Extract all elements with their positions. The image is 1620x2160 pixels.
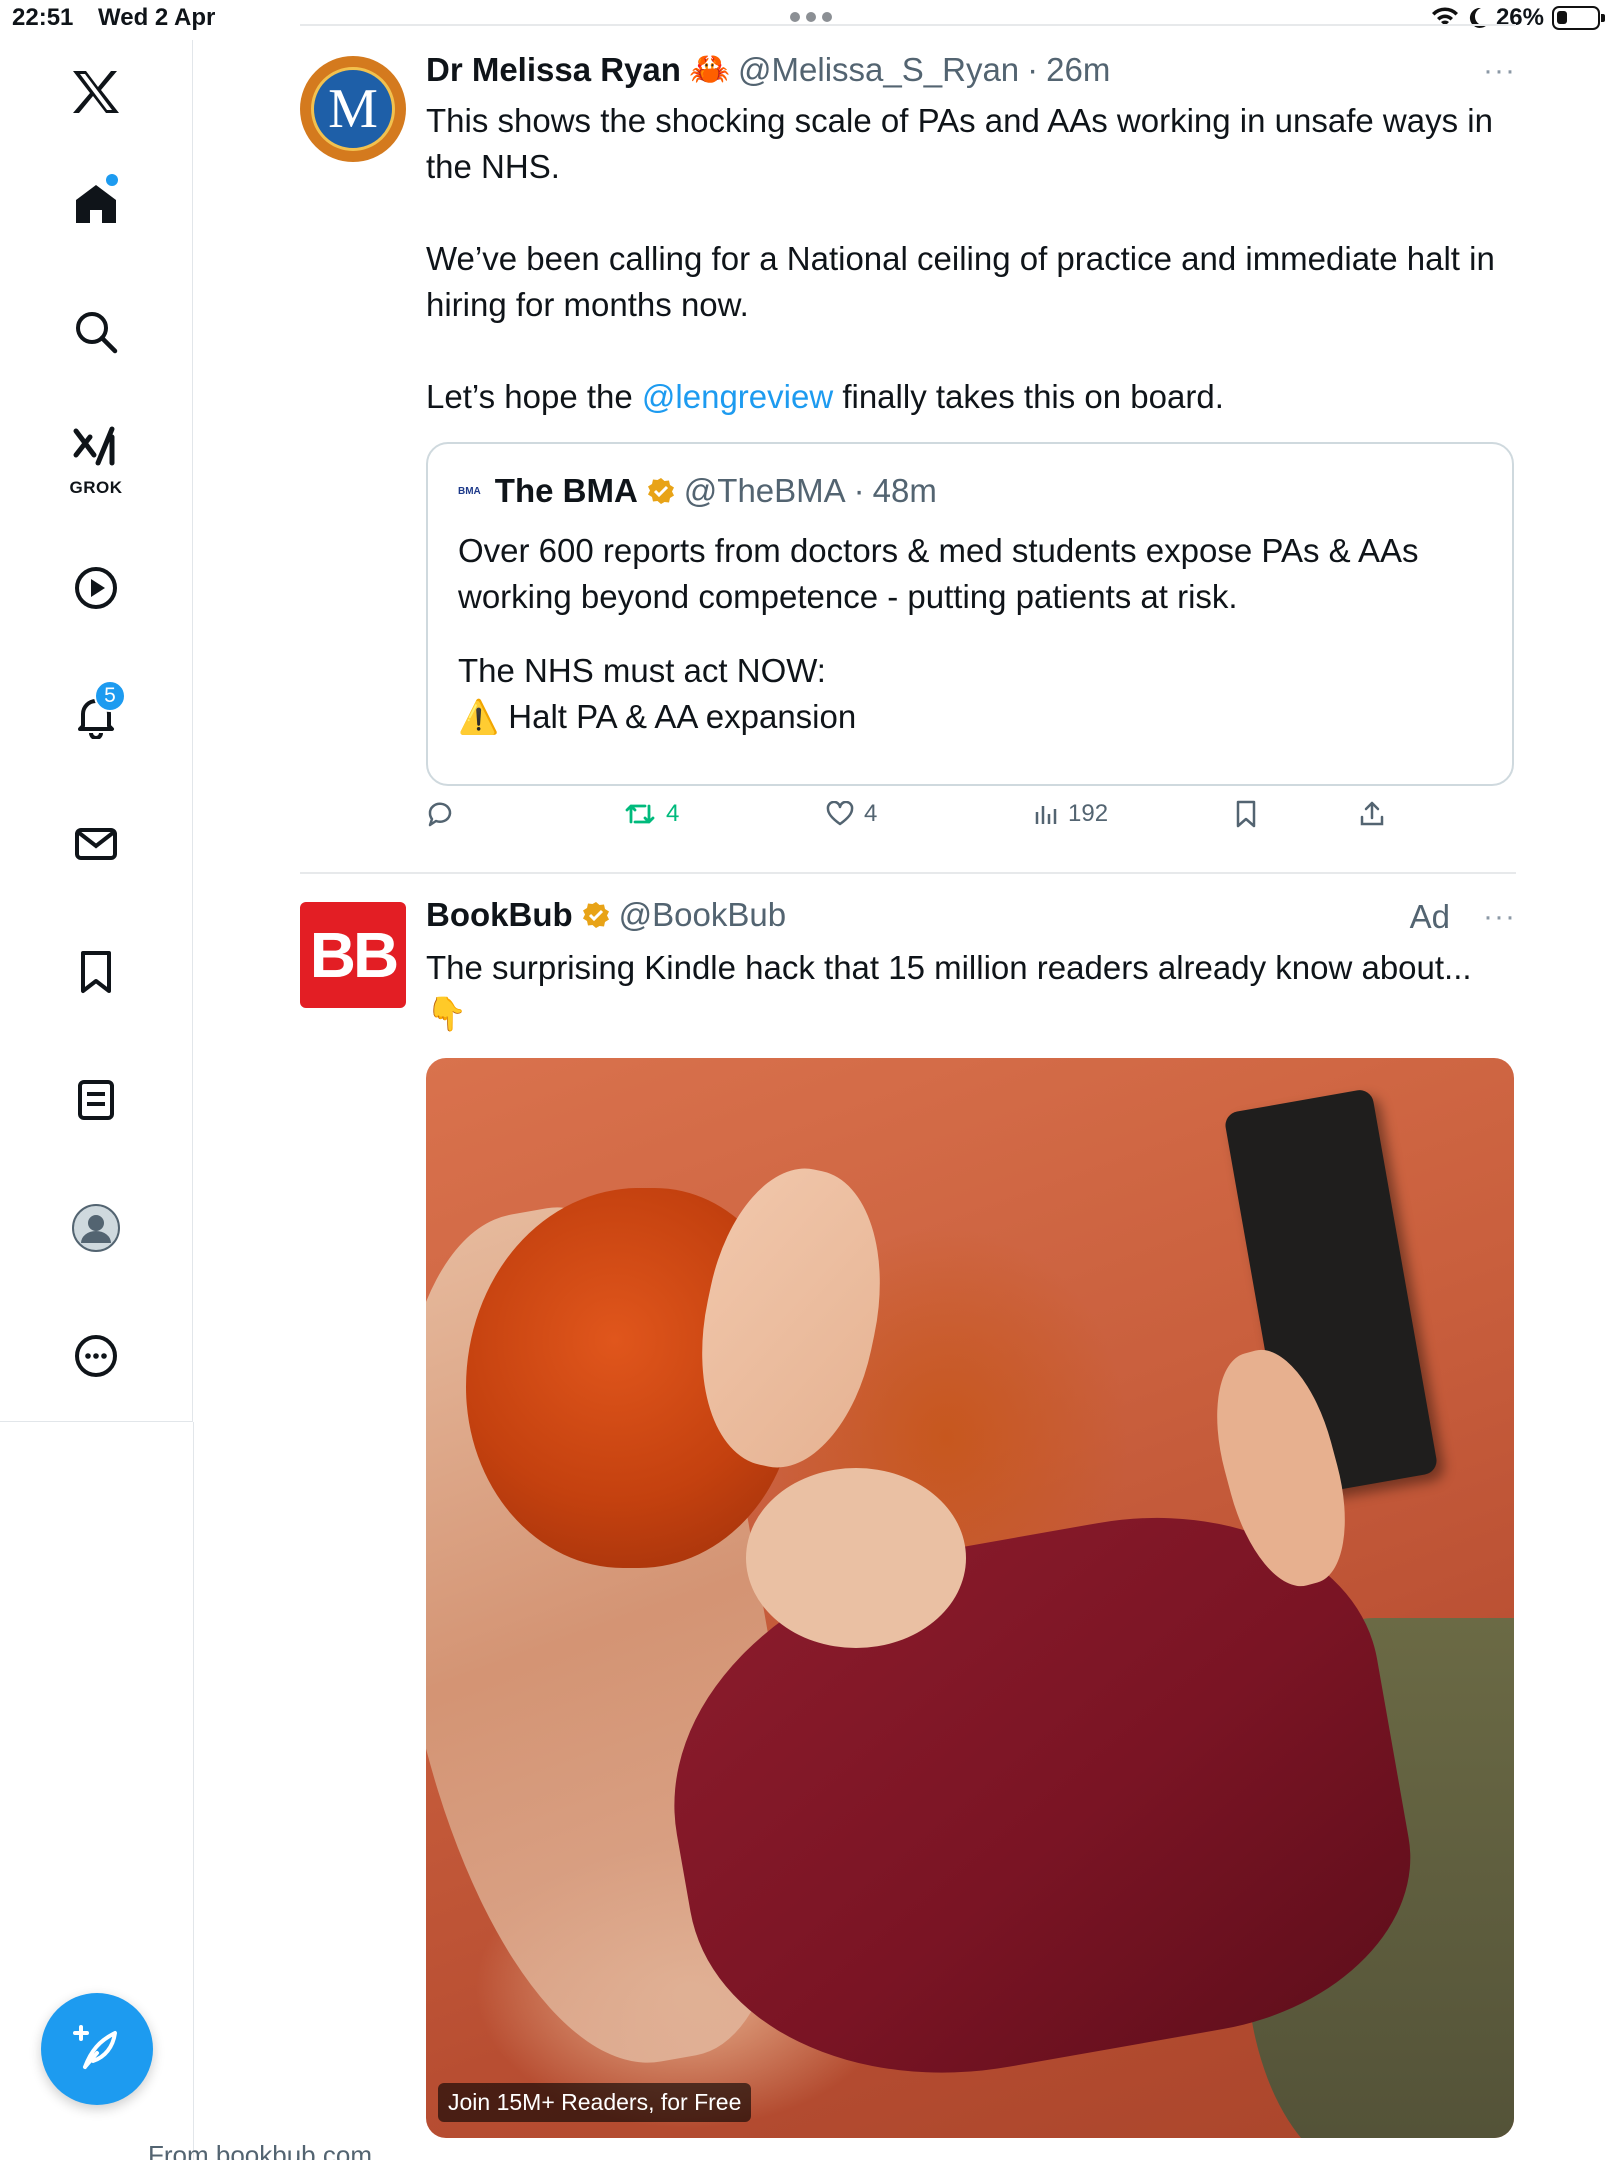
- tweet-actions: 4 4 192: [426, 800, 1514, 844]
- status-time: 22:51: [12, 4, 74, 31]
- tweet-paragraph: Let’s hope the @lengreview finally takes…: [426, 374, 1506, 420]
- mail-icon: [75, 828, 117, 860]
- sidebar-item-bookmarks[interactable]: [60, 936, 132, 1008]
- compose-button[interactable]: [41, 1993, 153, 2105]
- quote-text: Over 600 reports from doctors & med stud…: [458, 528, 1498, 740]
- x-logo-icon[interactable]: [60, 56, 132, 128]
- author-name[interactable]: BookBub: [426, 896, 573, 934]
- reply-button[interactable]: [426, 800, 464, 828]
- play-icon: [75, 567, 117, 609]
- views-button[interactable]: 192: [1034, 800, 1108, 828]
- home-icon: [76, 185, 116, 223]
- text-segment: Let’s hope the: [426, 378, 642, 415]
- status-date: Wed 2 Apr: [98, 4, 216, 31]
- views-icon: [1035, 806, 1057, 824]
- avatar[interactable]: M: [300, 56, 406, 162]
- ad-media-image[interactable]: Join 15M+ Readers, for Free: [426, 1058, 1514, 2138]
- like-count: 4: [864, 800, 878, 827]
- tweet-text: The surprising Kindle hack that 15 milli…: [426, 949, 1472, 1032]
- quote-line: The NHS must act NOW:: [458, 652, 826, 689]
- sidebar-item-lists[interactable]: [60, 1064, 132, 1136]
- home-unread-dot: [106, 174, 118, 186]
- battery-icon: [1552, 6, 1605, 30]
- tweet-paragraph: This shows the shocking scale of PAs and…: [426, 102, 1493, 185]
- divider: [300, 24, 1516, 26]
- sidebar-item-home[interactable]: [60, 168, 132, 240]
- sidebar: GROK 5: [0, 40, 193, 1422]
- quote-paragraph: Over 600 reports from doctors & med stud…: [458, 532, 1419, 615]
- tweet-header: BookBub @BookBub: [426, 896, 786, 934]
- more-circle-icon: [75, 1335, 117, 1377]
- views-count: 192: [1068, 800, 1109, 827]
- profile-icon: [72, 1204, 120, 1252]
- heart-icon: [826, 801, 854, 826]
- text-segment: finally takes this on board.: [833, 378, 1224, 415]
- tweet-header: Dr Melissa Ryan 🦀 @Melissa_S_Ryan · 26m: [426, 50, 1110, 89]
- author-name[interactable]: Dr Melissa Ryan: [426, 51, 681, 89]
- sidebar-item-messages[interactable]: [60, 808, 132, 880]
- sidebar-item-more[interactable]: [60, 1320, 132, 1392]
- bookmark-icon: [81, 951, 111, 993]
- crab-emoji: 🦀: [688, 50, 731, 87]
- divider: [300, 872, 1516, 874]
- timeline: M Dr Melissa Ryan 🦀 @Melissa_S_Ryan · 26…: [300, 0, 1516, 2160]
- quote-tweet[interactable]: BMA The BMA @TheBMA · 48m Over 600 repor…: [426, 442, 1514, 786]
- quote-author-name: The BMA: [494, 472, 638, 509]
- compose-icon: [73, 2025, 117, 2069]
- verified-badge-icon: [647, 478, 674, 504]
- list-icon: [78, 1080, 114, 1120]
- retweet-button[interactable]: 4: [624, 800, 679, 828]
- image-neck: [746, 1468, 966, 1648]
- quote-time: 48m: [872, 472, 937, 509]
- more-options-icon[interactable]: ···: [1483, 900, 1516, 934]
- sidebar-divider: [193, 1422, 194, 2160]
- separator-dot: ·: [1027, 50, 1039, 88]
- mention-link[interactable]: @lengreview: [642, 378, 833, 415]
- sidebar-item-profile[interactable]: [60, 1192, 132, 1264]
- bookmark-icon: [1236, 800, 1256, 828]
- retweet-count: 4: [666, 800, 680, 827]
- avatar[interactable]: BB: [300, 902, 406, 1008]
- sidebar-item-grok[interactable]: GROK: [60, 416, 132, 500]
- tweet-time[interactable]: 26m: [1046, 51, 1110, 89]
- quote-header: BMA The BMA @TheBMA · 48m: [458, 472, 937, 510]
- grok-label: GROK: [69, 478, 123, 497]
- media-caption[interactable]: Join 15M+ Readers, for Free: [438, 2083, 752, 2122]
- sidebar-item-search[interactable]: [60, 296, 132, 368]
- bma-logo: BMA: [458, 485, 481, 497]
- tweet-paragraph: We’ve been calling for a National ceilin…: [426, 240, 1495, 323]
- grok-icon: [73, 426, 115, 466]
- more-options-icon[interactable]: ···: [1483, 54, 1516, 88]
- notifications-badge: 5: [94, 680, 126, 712]
- share-icon: [1360, 801, 1384, 826]
- reply-icon: [428, 802, 452, 827]
- sidebar-item-video[interactable]: [60, 552, 132, 624]
- quote-line: ⚠️ Halt PA & AA expansion: [458, 698, 857, 735]
- share-button[interactable]: [1358, 800, 1386, 828]
- search-icon: [76, 312, 118, 354]
- bookmark-button[interactable]: [1234, 800, 1258, 828]
- author-handle[interactable]: @Melissa_S_Ryan: [738, 51, 1019, 89]
- source-link[interactable]: From bookbub.com: [148, 2140, 372, 2160]
- sidebar-item-notifications[interactable]: 5: [60, 680, 132, 752]
- retweet-icon: [625, 804, 655, 824]
- ad-label: Ad: [1409, 898, 1450, 935]
- separator-dot: ·: [853, 472, 865, 509]
- quote-author-handle: @TheBMA: [683, 472, 846, 509]
- verified-badge-icon: [582, 902, 609, 928]
- like-button[interactable]: 4: [826, 800, 877, 828]
- avatar-letter: M: [311, 67, 395, 151]
- tweet-text: This shows the shocking scale of PAs and…: [426, 98, 1506, 420]
- author-handle[interactable]: @BookBub: [619, 896, 786, 934]
